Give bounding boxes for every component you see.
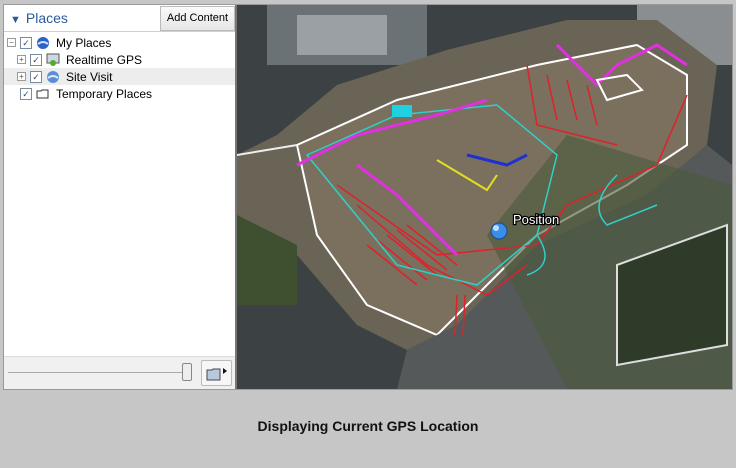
collapse-triangle-icon[interactable]: ▼ — [10, 14, 21, 26]
tree-item-temporary-places[interactable]: ✓ Temporary Places — [4, 85, 235, 102]
caption: Displaying Current GPS Location — [257, 418, 479, 434]
places-header: ▼ Places Add Content — [4, 5, 235, 32]
tree-item-label: Site Visit — [66, 69, 113, 84]
folder-menu-button[interactable] — [201, 360, 232, 386]
tree-item-realtime-gps[interactable]: + ✓ Realtime GPS — [4, 51, 235, 68]
checkbox[interactable]: ✓ — [20, 36, 32, 49]
checkbox[interactable]: ✓ — [30, 70, 42, 83]
checkbox[interactable]: ✓ — [30, 53, 42, 66]
opacity-slider-thumb[interactable] — [182, 363, 192, 381]
places-title-label: Places — [25, 10, 68, 26]
places-footer — [4, 356, 235, 389]
opacity-slider-track[interactable] — [8, 372, 188, 373]
tree-item-label: Temporary Places — [56, 86, 153, 101]
add-content-button[interactable]: Add Content — [160, 6, 235, 31]
places-title[interactable]: ▼ Places — [10, 10, 68, 26]
tree-item-site-visit[interactable]: + ✓ Site Visit — [4, 68, 235, 85]
globe-icon — [47, 70, 59, 83]
folder-icon — [36, 89, 49, 98]
map-view[interactable]: Position — [237, 5, 732, 389]
gps-position-marker[interactable] — [490, 222, 508, 240]
places-panel: ▼ Places Add Content − ✓ My Places + ✓ Re… — [4, 5, 237, 389]
tree-item-my-places[interactable]: − ✓ My Places — [7, 34, 235, 51]
tree-item-label: My Places — [56, 35, 112, 50]
expand-icon[interactable]: + — [17, 55, 26, 64]
collapse-icon[interactable]: − — [7, 38, 16, 47]
globe-icon — [37, 36, 49, 49]
folder-icon — [206, 368, 227, 381]
tree-item-label: Realtime GPS — [66, 52, 143, 67]
position-label: Position — [513, 212, 559, 227]
checkbox[interactable]: ✓ — [20, 87, 32, 100]
aerial-imagery: Position — [237, 5, 732, 389]
google-earth-window: ▼ Places Add Content − ✓ My Places + ✓ Re… — [3, 4, 733, 390]
expand-icon[interactable]: + — [17, 72, 26, 81]
gps-receiver-icon — [46, 53, 60, 66]
